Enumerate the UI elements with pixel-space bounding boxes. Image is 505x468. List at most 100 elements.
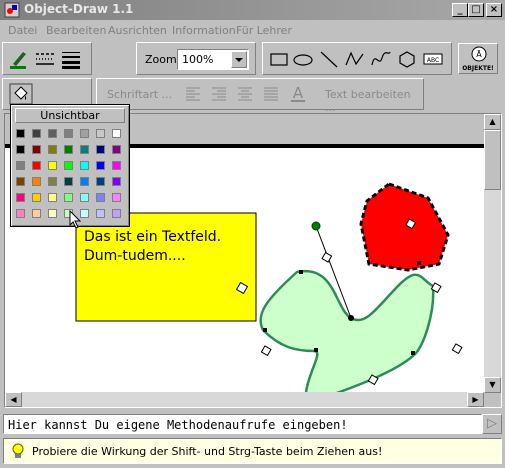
polyline-tool-icon[interactable] (343, 48, 367, 70)
rotation-handle[interactable] (311, 221, 321, 231)
color-swatch[interactable] (16, 161, 25, 170)
color-swatch[interactable] (16, 129, 25, 138)
blob-vertex[interactable] (299, 270, 303, 274)
color-swatch[interactable] (64, 161, 73, 170)
line-dash-icon[interactable] (33, 48, 57, 70)
menu-information[interactable]: Information (172, 24, 236, 37)
color-swatch[interactable] (80, 129, 89, 138)
color-swatch[interactable] (64, 129, 73, 138)
zoom-select[interactable]: 100% (177, 49, 249, 70)
color-swatch[interactable] (64, 193, 73, 202)
align-center-icon[interactable] (237, 86, 253, 102)
color-swatch[interactable] (112, 177, 121, 186)
color-swatch[interactable] (64, 177, 73, 186)
hexagon-shape[interactable] (359, 182, 450, 272)
line-width-icon[interactable] (59, 48, 83, 70)
minimize-button[interactable]: _ (452, 3, 468, 17)
align-left-icon[interactable] (185, 86, 201, 102)
scroll-right-button[interactable]: ▶ (467, 392, 484, 407)
color-swatch[interactable] (32, 129, 41, 138)
color-swatch[interactable] (112, 145, 121, 154)
rectangle-tool-icon[interactable] (267, 48, 291, 70)
menu-fuer-lehrer[interactable]: Für Lehrer (236, 24, 292, 37)
color-swatch[interactable] (48, 161, 57, 170)
menu-bar: Datei Bearbeiten Ausrichten Information … (0, 21, 505, 41)
color-swatch[interactable] (96, 177, 105, 186)
mouse-cursor-icon (69, 210, 82, 229)
blob-vertex[interactable] (263, 328, 267, 332)
color-swatch[interactable] (32, 177, 41, 186)
text-box-line-2: Dum-tudem.... (84, 248, 186, 264)
maximize-button[interactable]: □ (468, 3, 484, 17)
chevron-down-icon[interactable] (231, 51, 247, 68)
transparent-option[interactable]: Unsichtbar (15, 108, 125, 123)
menu-datei[interactable]: Datei (8, 24, 37, 37)
edit-text-button[interactable]: Text bearbeiten ... (325, 88, 423, 114)
color-swatch[interactable] (32, 193, 41, 202)
color-swatch[interactable] (80, 161, 89, 170)
color-swatch[interactable] (48, 209, 57, 218)
close-button[interactable]: × (486, 3, 502, 17)
blob-vertex[interactable] (411, 351, 415, 355)
center-point[interactable] (348, 315, 354, 321)
line-tool-icon[interactable] (317, 48, 341, 70)
objects-label: OBJEKTE! (462, 65, 494, 72)
app-icon (4, 2, 20, 18)
ellipse-tool-icon[interactable] (291, 48, 315, 70)
polygon-tool-icon[interactable] (395, 48, 419, 70)
color-swatch[interactable] (32, 161, 41, 170)
color-swatch[interactable] (48, 129, 57, 138)
align-right-icon[interactable] (211, 86, 227, 102)
color-swatch[interactable] (96, 145, 105, 154)
menu-bearbeiten[interactable]: Bearbeiten (46, 24, 106, 37)
horizontal-scrollbar[interactable]: ◀ ▶ (5, 392, 484, 407)
font-button[interactable]: Schriftart ... (107, 88, 172, 101)
color-swatch[interactable] (96, 193, 105, 202)
color-swatch[interactable] (80, 177, 89, 186)
color-swatch[interactable] (80, 145, 89, 154)
curve-tool-icon[interactable] (369, 48, 393, 70)
color-swatch[interactable] (32, 145, 41, 154)
menu-ausrichten[interactable]: Ausrichten (108, 24, 167, 37)
color-swatch[interactable] (112, 129, 121, 138)
blob-vertex[interactable] (417, 261, 421, 265)
color-swatch[interactable] (48, 145, 57, 154)
blob-vertex[interactable] (314, 348, 318, 352)
color-swatch[interactable] (16, 145, 25, 154)
blob-handle[interactable] (451, 343, 463, 355)
color-swatch[interactable] (80, 193, 89, 202)
font-color-icon[interactable]: A (289, 84, 307, 104)
text-tool-icon[interactable]: ABC (421, 48, 445, 70)
align-justify-icon[interactable] (263, 86, 279, 102)
objects-button[interactable]: Ā OBJEKTE! (458, 43, 498, 74)
zoom-value: 100% (182, 53, 214, 66)
blob-shape[interactable] (259, 269, 435, 393)
scroll-up-button[interactable]: ▲ (484, 114, 501, 130)
color-swatch[interactable] (96, 161, 105, 170)
color-swatch[interactable] (112, 209, 121, 218)
color-swatch[interactable] (16, 193, 25, 202)
color-swatch[interactable] (48, 177, 57, 186)
vertical-scroll-thumb[interactable] (484, 130, 501, 190)
blob-handle[interactable] (260, 345, 272, 357)
color-swatch[interactable] (96, 209, 105, 218)
color-swatch[interactable] (96, 129, 105, 138)
rotation-line-handle[interactable] (321, 251, 333, 263)
zoom-group: Zoom: 100% (136, 42, 256, 75)
color-swatch[interactable] (48, 193, 57, 202)
scroll-down-button[interactable]: ▼ (484, 377, 501, 393)
run-method-button[interactable]: ▷ (482, 414, 502, 434)
color-swatch[interactable] (32, 209, 41, 218)
vertical-scrollbar[interactable]: ▲ ▼ (484, 114, 501, 393)
pen-color-icon[interactable] (7, 48, 31, 70)
color-swatch[interactable] (112, 193, 121, 202)
svg-text:A: A (293, 84, 304, 102)
color-swatch[interactable] (16, 209, 25, 218)
line-style-group (2, 42, 92, 75)
color-swatch[interactable] (112, 161, 121, 170)
color-swatch[interactable] (16, 177, 25, 186)
color-swatch[interactable] (64, 145, 73, 154)
scroll-left-button[interactable]: ◀ (5, 392, 22, 407)
method-call-input[interactable]: Hier kannst Du eigene Methodenaufrufe ei… (3, 414, 482, 434)
fill-bucket-icon[interactable] (9, 83, 33, 105)
